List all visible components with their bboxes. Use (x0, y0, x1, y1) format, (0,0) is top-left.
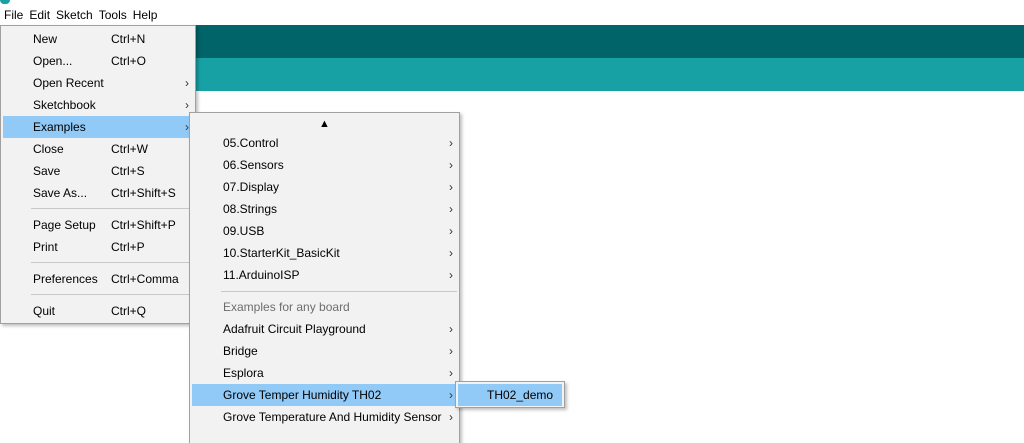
examples-item-esplora[interactable]: Esplora › (192, 362, 457, 384)
chevron-right-icon: › (449, 322, 453, 336)
examples-item-display[interactable]: 07.Display › (192, 176, 457, 198)
examples-item-grove-th02[interactable]: Grove Temper Humidity TH02 › (192, 384, 457, 406)
chevron-right-icon: › (449, 366, 453, 380)
chevron-right-icon: › (185, 76, 189, 90)
menu-edit[interactable]: Edit (26, 5, 53, 25)
file-menu-item-quit[interactable]: Quit Ctrl+Q (3, 300, 193, 322)
menu-separator (31, 294, 191, 295)
examples-item-adafruit[interactable]: Adafruit Circuit Playground › (192, 318, 457, 340)
examples-item-usb[interactable]: 09.USB › (192, 220, 457, 242)
chevron-right-icon: › (449, 268, 453, 282)
file-menu-item-new[interactable]: New Ctrl+N (3, 28, 193, 50)
examples-submenu: ▲ 05.Control › 06.Sensors › 07.Display › 08… (189, 112, 460, 443)
file-menu-item-page-setup[interactable]: Page Setup Ctrl+Shift+P (3, 214, 193, 236)
menu-separator (221, 291, 457, 292)
file-menu-item-close[interactable]: Close Ctrl+W (3, 138, 193, 160)
examples-item-strings[interactable]: 08.Strings › (192, 198, 457, 220)
examples-section-header: Examples for any board (223, 300, 350, 314)
file-menu-item-preferences[interactable]: Preferences Ctrl+Comma (3, 268, 193, 290)
examples-item-grove-temp-humidity[interactable]: Grove Temperature And Humidity Sensor › (192, 406, 457, 428)
examples-item-control[interactable]: 05.Control › (192, 132, 457, 154)
examples-item-arduinoisp[interactable]: 11.ArduinoISP › (192, 264, 457, 286)
menu-separator (31, 208, 191, 209)
menubar: File Edit Sketch Tools Help (0, 5, 1024, 25)
file-menu-item-examples[interactable]: Examples › (3, 116, 193, 138)
menu-tools[interactable]: Tools (96, 5, 130, 25)
scroll-up-arrow-icon[interactable]: ▲ (190, 116, 459, 132)
file-menu-item-sketchbook[interactable]: Sketchbook › (3, 94, 193, 116)
app-icon (0, 0, 10, 4)
chevron-right-icon: › (449, 410, 453, 424)
chevron-right-icon: › (449, 388, 453, 402)
chevron-right-icon: › (449, 246, 453, 260)
file-menu-item-open-recent[interactable]: Open Recent › (3, 72, 193, 94)
menu-file[interactable]: File (0, 5, 26, 25)
menu-separator (31, 262, 191, 263)
chevron-right-icon: › (449, 224, 453, 238)
menu-sketch[interactable]: Sketch (53, 5, 96, 25)
grove-item-th02-demo[interactable]: TH02_demo (458, 384, 562, 406)
file-menu-item-open[interactable]: Open... Ctrl+O (3, 50, 193, 72)
chevron-right-icon: › (449, 344, 453, 358)
chevron-right-icon: › (449, 180, 453, 194)
examples-item-sensors[interactable]: 06.Sensors › (192, 154, 457, 176)
examples-item-bridge[interactable]: Bridge › (192, 340, 457, 362)
file-menu: New Ctrl+N Open... Ctrl+O Open Recent › Ske… (0, 25, 196, 324)
chevron-right-icon: › (449, 158, 453, 172)
menu-help[interactable]: Help (130, 5, 161, 25)
file-menu-item-print[interactable]: Print Ctrl+P (3, 236, 193, 258)
file-menu-item-save[interactable]: Save Ctrl+S (3, 160, 193, 182)
chevron-right-icon: › (449, 136, 453, 150)
examples-item-starterkit[interactable]: 10.StarterKit_BasicKit › (192, 242, 457, 264)
grove-th02-submenu: TH02_demo (455, 381, 565, 408)
chevron-right-icon: › (449, 202, 453, 216)
file-menu-item-save-as[interactable]: Save As... Ctrl+Shift+S (3, 182, 193, 204)
